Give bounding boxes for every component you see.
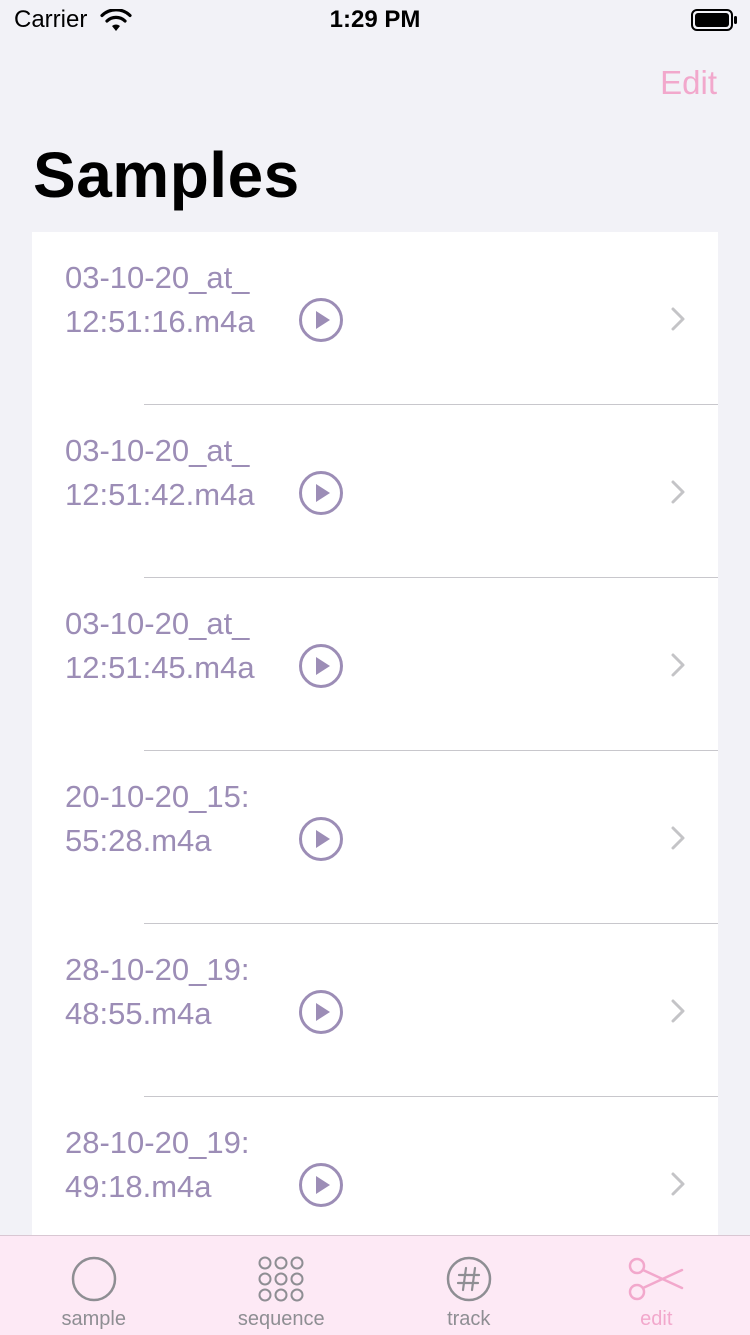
tab-label: edit [563,1308,750,1331]
battery-icon [691,9,737,31]
list-item[interactable]: 28-10-20_19:49:18.m4a [32,1097,718,1236]
sample-name: 28-10-20_19:49:18.m4a [65,1121,255,1209]
hash-circle-icon [446,1256,492,1302]
grid-dots-icon [258,1256,304,1302]
chevron-right-icon [670,652,686,678]
play-icon[interactable] [298,643,344,689]
play-icon[interactable] [298,297,344,343]
sample-name: 28-10-20_19:48:55.m4a [65,948,255,1036]
circle-icon [71,1256,117,1302]
list-item[interactable]: 03-10-20_at_12:51:42.m4a [32,405,718,578]
play-icon[interactable] [298,816,344,862]
edit-button[interactable]: Edit [660,64,717,102]
list-item[interactable]: 03-10-20_at_12:51:45.m4a [32,578,718,751]
status-bar: Carrier 1:29 PM [0,0,750,40]
scissors-icon [627,1256,685,1302]
sample-name: 20-10-20_15:55:28.m4a [65,775,255,863]
list-item[interactable]: 20-10-20_15:55:28.m4a [32,751,718,924]
chevron-right-icon [670,306,686,332]
play-icon[interactable] [298,1162,344,1208]
chevron-right-icon [670,479,686,505]
tab-label: track [375,1308,563,1331]
tab-edit[interactable]: edit [563,1236,750,1335]
chevron-right-icon [670,1171,686,1197]
list-item[interactable]: 03-10-20_at_12:51:16.m4a [32,232,718,405]
tab-track[interactable]: track [375,1236,563,1335]
play-icon[interactable] [298,989,344,1035]
list-item[interactable]: 28-10-20_19:48:55.m4a [32,924,718,1097]
clock: 1:29 PM [0,6,750,34]
tab-bar: sample sequence track [0,1235,750,1335]
sample-name: 03-10-20_at_12:51:45.m4a [65,602,255,690]
tab-label: sequence [188,1308,376,1331]
page-title: Samples [33,138,300,212]
tab-sequence[interactable]: sequence [188,1236,376,1335]
chevron-right-icon [670,998,686,1024]
tab-sample[interactable]: sample [0,1236,188,1335]
sample-name: 03-10-20_at_12:51:42.m4a [65,429,255,517]
samples-list[interactable]: 03-10-20_at_12:51:16.m4a 03-10-20_at_12:… [32,232,718,1236]
sample-name: 03-10-20_at_12:51:16.m4a [65,256,255,344]
play-icon[interactable] [298,470,344,516]
chevron-right-icon [670,825,686,851]
tab-label: sample [0,1308,188,1331]
